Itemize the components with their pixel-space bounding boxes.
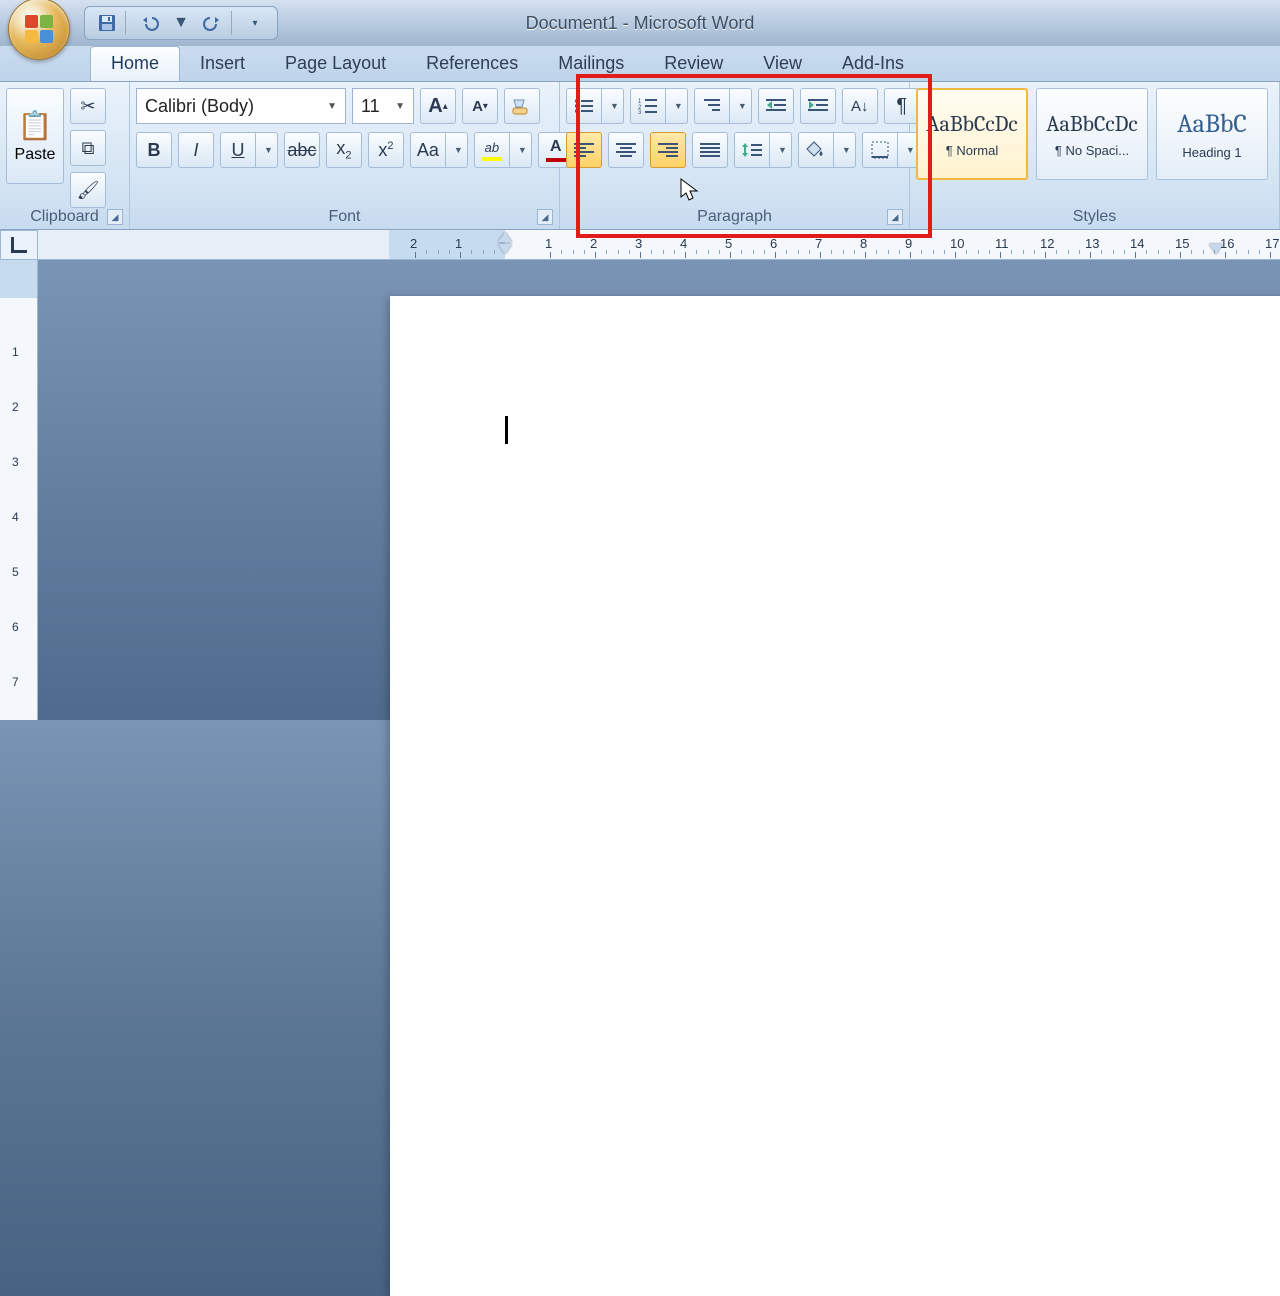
tab-insert[interactable]: Insert <box>180 47 265 81</box>
paragraph-launcher[interactable]: ◢ <box>887 209 903 225</box>
highlight-swatch <box>482 157 502 161</box>
quick-access-toolbar: ▼ ▾ <box>84 6 278 40</box>
style-sample: AaBbCcDc <box>926 111 1017 137</box>
underline-dropdown[interactable]: ▼ <box>256 132 278 168</box>
numbering-button[interactable]: 123 <box>630 88 666 124</box>
font-launcher[interactable]: ◢ <box>537 209 553 225</box>
clipboard-launcher[interactable]: ◢ <box>107 209 123 225</box>
style-no-spacing[interactable]: AaBbCcDc ¶ No Spaci... <box>1036 88 1148 180</box>
qat-customize-button[interactable]: ▾ <box>241 9 269 37</box>
change-case-dropdown[interactable]: ▼ <box>446 132 468 168</box>
align-center-button[interactable] <box>608 132 644 168</box>
qat-save-button[interactable] <box>93 9 121 37</box>
tab-page-layout[interactable]: Page Layout <box>265 47 406 81</box>
group-clipboard: 📋 Paste ✂ ⧉ 🖌 Clipboard ◢ <box>0 82 130 229</box>
numbering-dropdown[interactable]: ▼ <box>666 88 688 124</box>
tab-home[interactable]: Home <box>90 46 180 81</box>
font-name-combo[interactable]: Calibri (Body)▼ <box>136 88 346 124</box>
horizontal-ruler[interactable]: 211234567891011121314151617 <box>389 230 1280 259</box>
font-name-value: Calibri (Body) <box>145 96 254 117</box>
italic-button[interactable]: I <box>178 132 214 168</box>
bullets-button[interactable] <box>566 88 602 124</box>
font-size-combo[interactable]: 11▼ <box>352 88 414 124</box>
tab-review[interactable]: Review <box>644 47 743 81</box>
increase-indent-button[interactable] <box>800 88 836 124</box>
strikethrough-button[interactable]: abc <box>284 132 320 168</box>
page-background <box>38 260 1280 720</box>
brush-icon: 🖌 <box>77 180 100 201</box>
subscript-button[interactable]: x2 <box>326 132 362 168</box>
line-spacing-dropdown[interactable]: ▼ <box>770 132 792 168</box>
format-painter-button[interactable]: 🖌 <box>70 172 106 208</box>
ribbon: 📋 Paste ✂ ⧉ 🖌 Clipboard ◢ Calibri (Body)… <box>0 82 1280 230</box>
tab-mailings[interactable]: Mailings <box>538 47 644 81</box>
grow-font-button[interactable]: A▴ <box>420 88 456 124</box>
qat-redo-button[interactable] <box>199 9 227 37</box>
multilevel-list-button[interactable] <box>694 88 730 124</box>
clear-formatting-button[interactable] <box>504 88 540 124</box>
group-styles: AaBbCcDc ¶ Normal AaBbCcDc ¶ No Spaci...… <box>910 82 1280 229</box>
style-heading-1[interactable]: AaBbC Heading 1 <box>1156 88 1268 180</box>
bullets-dropdown[interactable]: ▼ <box>602 88 624 124</box>
shading-dropdown[interactable]: ▼ <box>834 132 856 168</box>
text-cursor <box>505 416 508 444</box>
title-bar: ▼ ▾ Document1 - Microsoft Word <box>0 0 1280 46</box>
shrink-font-button[interactable]: A▾ <box>462 88 498 124</box>
cut-button[interactable]: ✂ <box>70 88 106 124</box>
change-case-button[interactable]: Aa <box>410 132 446 168</box>
group-label-font: Font <box>130 208 559 226</box>
qat-undo-dropdown[interactable]: ▼ <box>167 9 195 37</box>
qat-undo-button[interactable] <box>135 9 163 37</box>
group-font: Calibri (Body)▼ 11▼ A▴ A▾ B I U▼ abc x2 … <box>130 82 560 229</box>
copy-icon: ⧉ <box>82 138 95 159</box>
superscript-button[interactable]: x2 <box>368 132 404 168</box>
document-page[interactable] <box>390 296 1280 1296</box>
group-label-styles: Styles <box>910 208 1279 226</box>
tab-add-ins[interactable]: Add-Ins <box>822 47 924 81</box>
align-left-button[interactable] <box>566 132 602 168</box>
highlight-color-dropdown[interactable]: ▼ <box>510 132 532 168</box>
copy-button[interactable]: ⧉ <box>70 130 106 166</box>
style-sample: AaBbCcDc <box>1046 111 1137 137</box>
paste-label: Paste <box>15 146 56 164</box>
office-button[interactable] <box>8 0 74 64</box>
bold-button[interactable]: B <box>136 132 172 168</box>
clipboard-icon: 📋 <box>18 109 53 142</box>
underline-button[interactable]: U <box>220 132 256 168</box>
style-normal[interactable]: AaBbCcDc ¶ Normal <box>916 88 1028 180</box>
ribbon-tabs: Home Insert Page Layout References Maili… <box>0 46 1280 82</box>
style-label: ¶ No Spaci... <box>1055 143 1129 158</box>
sort-button[interactable]: A↓ <box>842 88 878 124</box>
ruler-area: 211234567891011121314151617 <box>0 230 1280 260</box>
paste-button[interactable]: 📋 Paste <box>6 88 64 184</box>
tab-view[interactable]: View <box>743 47 822 81</box>
highlight-color-button[interactable]: ab <box>474 132 510 168</box>
group-paragraph: ▼ 123▼ ▼ A↓ ¶ ▼ ▼ ▼ Paragraph ◢ <box>560 82 910 229</box>
justify-button[interactable] <box>692 132 728 168</box>
multilevel-dropdown[interactable]: ▼ <box>730 88 752 124</box>
tab-references[interactable]: References <box>406 47 538 81</box>
line-spacing-button[interactable] <box>734 132 770 168</box>
svg-text:3: 3 <box>638 110 642 114</box>
group-label-paragraph: Paragraph <box>560 208 909 226</box>
align-right-button[interactable] <box>650 132 686 168</box>
style-label: ¶ Normal <box>946 143 999 158</box>
tab-stop-selector[interactable] <box>0 230 38 260</box>
shading-button[interactable] <box>798 132 834 168</box>
style-label: Heading 1 <box>1182 145 1241 160</box>
document-area: 1234567 <box>0 260 1280 720</box>
style-sample: AaBbC <box>1177 109 1247 139</box>
font-size-value: 11 <box>361 96 380 117</box>
decrease-indent-button[interactable] <box>758 88 794 124</box>
vertical-ruler[interactable]: 1234567 <box>0 260 38 720</box>
borders-button[interactable] <box>862 132 898 168</box>
scissors-icon: ✂ <box>80 96 95 117</box>
